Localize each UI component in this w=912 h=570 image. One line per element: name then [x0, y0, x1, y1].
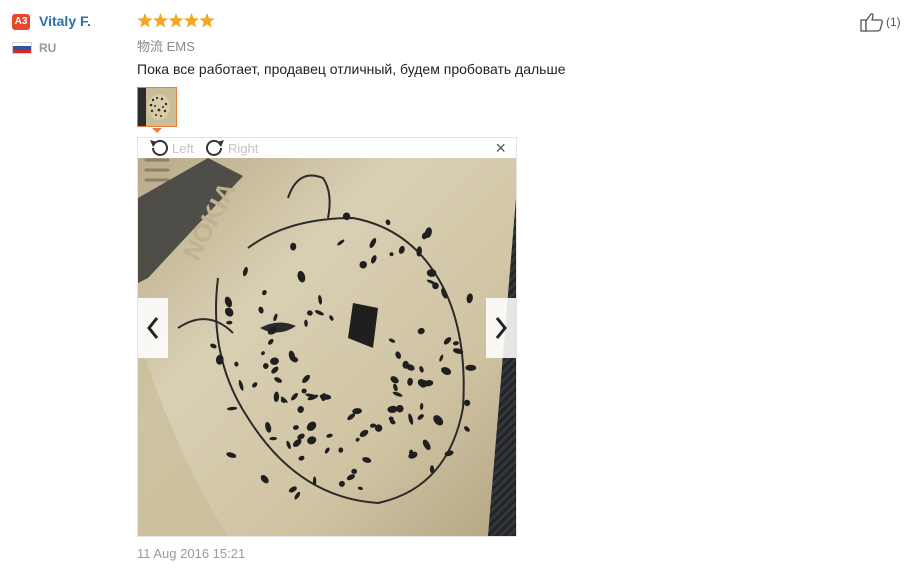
- thumbnail-pointer: [152, 128, 162, 133]
- rotate-left-label: Left: [172, 140, 194, 156]
- chevron-right-icon: [495, 317, 507, 339]
- rotate-right-icon: [206, 139, 224, 156]
- rotate-left-icon: [150, 139, 168, 156]
- star-icon: [152, 13, 169, 28]
- shipping-label: 物流: [137, 40, 164, 55]
- avatar-badge: A3: [12, 14, 30, 30]
- star-icon: [199, 13, 215, 28]
- close-viewer-button[interactable]: ×: [495, 139, 506, 157]
- helpful-button[interactable]: (1): [860, 12, 901, 32]
- rotate-right-label: Right: [228, 140, 259, 156]
- shipping-method: EMS: [166, 39, 195, 54]
- review-text: Пока все работает, продавец отличный, бу…: [137, 61, 566, 77]
- reviewer-country: RU: [39, 41, 57, 55]
- chevron-left-icon: [147, 317, 159, 339]
- helpful-count: (1): [886, 15, 901, 29]
- star-icon: [168, 13, 184, 28]
- rotate-right-button[interactable]: Right: [204, 138, 258, 158]
- star-rating: [137, 12, 215, 30]
- photo-thumbnail[interactable]: [137, 87, 177, 127]
- star-icon: [137, 13, 153, 28]
- rotate-left-button[interactable]: Left: [148, 138, 194, 158]
- star-icon: [183, 13, 200, 28]
- shipping-info: 物流 EMS: [137, 36, 195, 55]
- next-photo-button[interactable]: [486, 298, 516, 358]
- reviewer-name[interactable]: Vitaly F.: [39, 13, 91, 29]
- close-icon: ×: [495, 138, 506, 158]
- viewer-toolbar: Left Right ×: [138, 138, 516, 158]
- russia-flag-icon: [12, 42, 32, 54]
- thumbs-up-icon: [860, 13, 883, 32]
- previous-photo-button[interactable]: [138, 298, 168, 358]
- review-date: 11 Aug 2016 15:21: [137, 546, 246, 561]
- review-photo: NOKIA: [138, 158, 516, 536]
